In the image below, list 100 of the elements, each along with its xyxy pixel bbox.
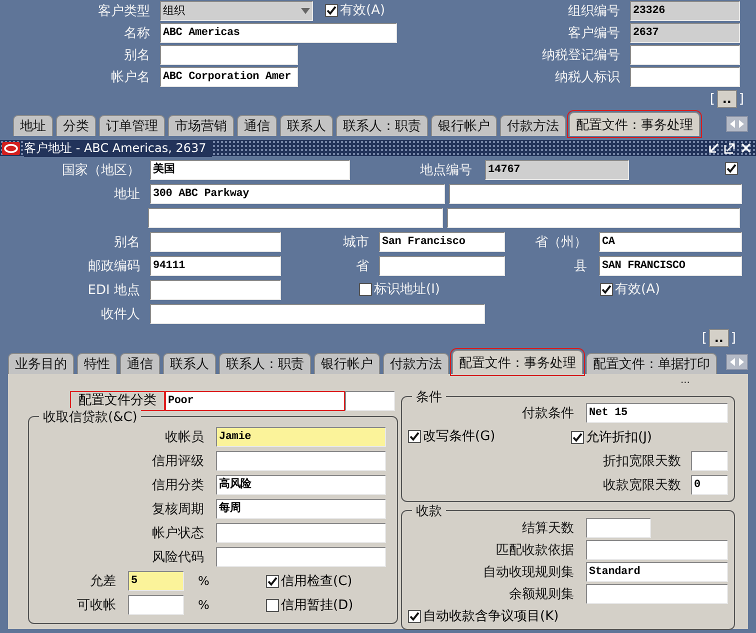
input-field[interactable]: CA <box>599 232 742 252</box>
unit-label: % <box>197 598 210 612</box>
field-label: 收款宽限天数 <box>602 477 681 494</box>
tab[interactable]: 联系人：职责 <box>219 353 311 374</box>
more-button[interactable]: .. <box>716 90 737 108</box>
input-field[interactable] <box>691 451 728 471</box>
input-field[interactable] <box>345 391 395 411</box>
field-label: 余额规则集 <box>508 586 574 603</box>
checkbox[interactable] <box>408 610 421 622</box>
checkbox[interactable] <box>266 574 279 588</box>
tab[interactable]: 业务目的 <box>8 353 74 374</box>
tab[interactable]: 市场营销 <box>168 115 234 136</box>
maximize-icon[interactable] <box>724 142 736 154</box>
group-title: 收取信贷款(&C) <box>39 408 142 426</box>
input-field[interactable]: 2637 <box>630 23 740 43</box>
input-field[interactable]: San Francisco <box>379 232 505 252</box>
tab[interactable]: 配置文件：单据打印 <box>586 353 717 374</box>
window-title: 客户地址 - ABC Americas, 2637 <box>24 140 212 156</box>
input-field[interactable]: Net 15 <box>586 403 728 423</box>
input-field[interactable] <box>379 256 505 276</box>
input-field[interactable] <box>586 540 728 560</box>
tab-scroll-button[interactable] <box>726 116 748 132</box>
field-label: 收帐员 <box>164 429 204 446</box>
input-field[interactable] <box>630 67 740 87</box>
input-field[interactable] <box>150 304 485 324</box>
bracket: [ <box>702 330 707 346</box>
field-label: 付款条件 <box>521 405 574 422</box>
checkbox-label: 标识地址(I) <box>374 281 440 298</box>
field-label: 匹配收款依据 <box>495 542 574 559</box>
bracket: ] <box>730 330 736 346</box>
tab[interactable]: 通信 <box>237 115 277 136</box>
input-field[interactable] <box>128 595 184 615</box>
dropdown[interactable]: 组织 <box>160 1 313 21</box>
input-field[interactable]: Jamie <box>216 427 386 447</box>
input-field[interactable] <box>630 45 740 65</box>
tab[interactable]: 地址 <box>13 115 53 136</box>
tab[interactable]: 联系人：职责 <box>336 115 428 136</box>
input-field[interactable] <box>216 547 386 567</box>
checkbox[interactable] <box>600 282 613 296</box>
input-field[interactable] <box>148 208 443 228</box>
input-field[interactable]: 23326 <box>630 1 740 21</box>
field-label: 地点编号 <box>419 162 472 179</box>
checkbox[interactable] <box>725 162 738 174</box>
tab[interactable]: 银行帐户 <box>314 353 380 374</box>
field-label: 收件人 <box>100 306 140 323</box>
left-right-arrows-icon <box>729 357 745 367</box>
field-label: 帐户名 <box>110 69 150 86</box>
tab[interactable]: 分类 <box>56 115 96 136</box>
input-field[interactable] <box>150 280 281 300</box>
input-field[interactable] <box>586 584 728 604</box>
field-label: 县 <box>573 258 587 275</box>
input-field[interactable]: 94111 <box>150 256 281 276</box>
field-label: EDI 地点 <box>86 282 140 299</box>
tab[interactable]: 联系人 <box>163 353 216 374</box>
input-field[interactable]: 300 ABC Parkway <box>150 184 445 204</box>
tab[interactable]: 银行帐户 <box>431 115 497 136</box>
input-field[interactable] <box>160 45 298 65</box>
tab[interactable]: 付款方法 <box>383 353 449 374</box>
field-label: 城市 <box>342 234 369 251</box>
input-field[interactable]: ABC Americas <box>160 23 397 43</box>
checkbox[interactable] <box>408 430 421 443</box>
input-field[interactable]: 5 <box>128 571 184 591</box>
input-field[interactable]: 高风险 <box>216 475 386 495</box>
input-field[interactable] <box>150 232 281 252</box>
checkbox[interactable] <box>359 282 372 296</box>
more-button[interactable]: .. <box>708 329 729 347</box>
close-icon[interactable] <box>740 142 752 154</box>
input-field[interactable]: ABC Corporation Amer <box>160 67 298 87</box>
input-field[interactable]: 美国 <box>150 160 350 180</box>
tab[interactable]: 联系人 <box>280 115 333 136</box>
left-right-arrows-icon <box>729 119 745 129</box>
tab[interactable]: 特性 <box>77 353 117 374</box>
tab-scroll-button[interactable] <box>726 354 748 370</box>
field-label: 组织编号 <box>567 3 620 20</box>
input-field[interactable]: 14767 <box>485 160 629 180</box>
checkbox[interactable] <box>325 4 338 17</box>
field-label: 帐户状态 <box>151 525 204 542</box>
tab[interactable]: 订单管理 <box>99 115 165 136</box>
minimize-icon[interactable] <box>708 142 720 154</box>
input-field[interactable] <box>586 518 651 538</box>
input-field[interactable]: SAN FRANCISCO <box>599 256 742 276</box>
tab[interactable]: 配置文件：事务处理 <box>452 350 583 374</box>
input-field[interactable]: Standard <box>586 562 728 582</box>
field-label: 省 <box>355 258 369 275</box>
input-field[interactable]: Poor <box>165 391 345 411</box>
input-field[interactable] <box>449 184 742 204</box>
input-field[interactable]: 每周 <box>216 499 386 519</box>
checkbox[interactable] <box>266 598 279 612</box>
tab[interactable]: 付款方法 <box>500 115 566 136</box>
field-label: 折扣宽限天数 <box>602 453 681 470</box>
field-label: 可收帐 <box>76 597 116 614</box>
tab[interactable]: 通信 <box>120 353 160 374</box>
checkbox[interactable] <box>571 430 584 444</box>
input-field[interactable] <box>216 523 386 543</box>
input-field[interactable] <box>447 208 740 228</box>
checkbox-label: 信用暂挂(D) <box>281 597 354 614</box>
input-field[interactable] <box>216 451 386 471</box>
input-field[interactable]: 0 <box>691 475 728 495</box>
tab[interactable]: 配置文件：事务处理 <box>569 112 700 136</box>
checkbox-label: 允许折扣(J) <box>586 429 652 446</box>
